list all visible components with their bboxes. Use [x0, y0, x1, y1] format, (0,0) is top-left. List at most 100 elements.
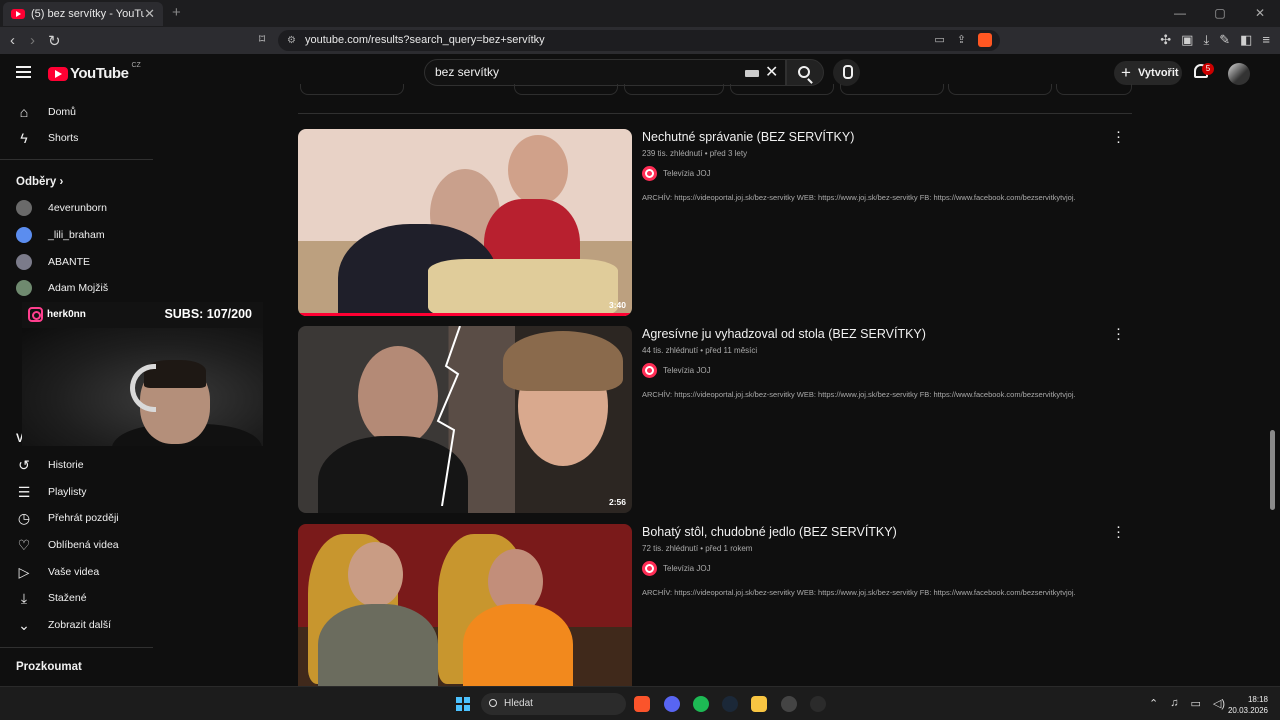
filter-chip[interactable] [1056, 84, 1132, 95]
start-button[interactable] [456, 697, 470, 711]
sidebar-item-channel[interactable]: Adam Mojžiš [16, 278, 108, 298]
back-icon[interactable]: ‹ [10, 32, 15, 49]
filter-chip[interactable] [514, 84, 618, 95]
avatar[interactable] [1228, 63, 1250, 85]
microphone-icon[interactable]: ♫ [1170, 697, 1178, 710]
browser-tab-bar: (5) bez servítky - YouTube ✕ + — ▢ ✕ [0, 0, 1280, 27]
search-button[interactable] [786, 59, 824, 86]
filter-chip[interactable] [840, 84, 944, 95]
video-title[interactable]: Bohatý stôl, chudobné jedlo (BEZ SERVÍTK… [642, 525, 897, 539]
sidebar-item-label: Vaše videa [48, 566, 100, 578]
sidebar-item-liked[interactable]: ♡ Oblíbená videa [16, 535, 119, 555]
sidebar-item-downloads[interactable]: ⤓ Stažené [16, 588, 87, 608]
menu-icon[interactable]: ≡ [1262, 32, 1270, 48]
discord-app-icon[interactable] [664, 696, 680, 712]
country-code: CZ [131, 62, 141, 69]
youtube-logo[interactable]: YouTube CZ [48, 62, 141, 82]
thumbnail-person [358, 346, 438, 446]
subscriptions-heading[interactable]: Odběry › [16, 176, 63, 188]
minimize-icon[interactable]: — [1160, 0, 1200, 27]
filter-chip[interactable] [730, 84, 834, 95]
reader-icon[interactable]: ▣ [1181, 32, 1193, 48]
logitech-app-icon[interactable] [810, 696, 826, 712]
brave-shields-icon[interactable] [978, 33, 992, 47]
bookmark-icon[interactable]: ⌑ [259, 32, 265, 46]
windows-taskbar: Hledat ⌃ ♫ ▭ ◁) 18:18 20.03.2026 [0, 686, 1280, 720]
extensions-icon[interactable]: ✣ [1160, 32, 1171, 48]
close-tab-icon[interactable]: ✕ [144, 6, 155, 22]
video-title[interactable]: Nechutné správanie (BEZ SERVÍTKY) [642, 130, 854, 144]
voice-search-button[interactable] [833, 59, 860, 86]
video-title[interactable]: Agresívne ju vyhadzoval od stola (BEZ SE… [642, 327, 926, 341]
create-button[interactable]: + Vytvořit [1114, 61, 1182, 85]
video-views: 44 tis. zhlédnutí [642, 346, 699, 355]
lightning-graphic [436, 326, 461, 506]
site-info-icon[interactable]: ⚙ [287, 30, 296, 51]
clear-search-icon[interactable]: ✕ [765, 60, 778, 85]
video-duration: 2:56 [608, 497, 626, 507]
filter-chip[interactable] [300, 84, 404, 95]
more-actions-icon[interactable]: · · · [1116, 524, 1121, 544]
sidebar-item-channel[interactable]: ABANTE [16, 252, 90, 272]
steam-app-icon[interactable] [722, 696, 738, 712]
video-thumbnail[interactable] [298, 524, 632, 686]
downloads-icon[interactable]: ⤓ [1203, 32, 1209, 48]
volume-icon[interactable]: ◁) [1213, 697, 1225, 710]
channel-name: Televízia JOJ [663, 366, 711, 375]
thumbnail-shirt [318, 604, 438, 686]
edit-icon[interactable]: ✎ [1219, 32, 1230, 48]
video-thumbnail[interactable]: 3:40 [298, 129, 632, 316]
forward-icon[interactable]: › [30, 32, 35, 49]
clock-time: 18:18 [1247, 695, 1268, 704]
channel-link[interactable]: Televízia JOJ [642, 363, 711, 378]
sidebar-item-show-more[interactable]: ⌄ Zobrazit další [16, 615, 111, 635]
video-description: ARCHÍV: https://videoportal.joj.sk/bez-s… [642, 390, 1076, 399]
more-actions-icon[interactable]: · · · [1116, 124, 1121, 149]
streamer-webcam-overlay: herk0nn SUBS: 107/200 [22, 302, 263, 446]
search-input[interactable]: bez servítky ✕ [424, 59, 786, 86]
share-icon[interactable]: ⇪ [957, 30, 966, 51]
spotify-app-icon[interactable] [693, 696, 709, 712]
channel-link[interactable]: Televízia JOJ [642, 561, 711, 576]
browser-tab[interactable]: (5) bez servítky - YouTube ✕ [3, 2, 163, 26]
more-actions-icon[interactable]: · · · [1116, 321, 1121, 346]
video-thumbnail[interactable]: 2:56 [298, 326, 632, 513]
network-icon[interactable]: ▭ [1190, 697, 1200, 710]
filter-chip[interactable] [948, 84, 1052, 95]
sidebar-item-channel[interactable]: 4everunborn [16, 198, 107, 218]
page-scrollbar[interactable] [1270, 430, 1275, 510]
close-window-icon[interactable]: ✕ [1240, 0, 1280, 27]
guide-menu-icon[interactable] [16, 66, 31, 78]
brave-app-icon[interactable] [634, 696, 650, 712]
tray-chevron-icon[interactable]: ⌃ [1149, 697, 1158, 710]
reload-icon[interactable]: ↻ [48, 32, 61, 50]
sidebar-item-shorts[interactable]: ϟ Shorts [16, 128, 78, 148]
sidebar-item-home[interactable]: ⌂ Domů [16, 102, 76, 122]
channel-link[interactable]: Televízia JOJ [642, 166, 711, 181]
app-icon[interactable] [781, 696, 797, 712]
video-result[interactable]: 3:40 Nechutné správanie (BEZ SERVÍTKY) 2… [298, 124, 1132, 319]
filter-chip[interactable] [624, 84, 724, 95]
sidebar-item-playlists[interactable]: ☰ Playlisty [16, 482, 87, 502]
file-explorer-icon[interactable] [751, 696, 767, 712]
url-field[interactable]: ⚙ youtube.com/results?search_query=bez+s… [278, 30, 1000, 51]
thumbs-up-icon: ♡ [17, 536, 31, 553]
video-result[interactable]: 2:56 Agresívne ju vyhadzoval od stola (B… [298, 321, 1132, 516]
sidebar-item-channel[interactable]: _lili_braham [16, 225, 105, 245]
keyboard-icon[interactable] [745, 70, 759, 77]
channel-avatar [16, 200, 32, 216]
sidebar-item-label: Stažené [48, 592, 87, 604]
taskbar-search[interactable]: Hledat [481, 693, 626, 715]
video-result[interactable]: Bohatý stôl, chudobné jedlo (BEZ SERVÍTK… [298, 524, 1132, 686]
cast-icon[interactable]: ▭ [934, 30, 944, 51]
new-tab-icon[interactable]: + [172, 4, 181, 21]
clock-icon: ◷ [17, 509, 31, 526]
sidebar-item-watch-later[interactable]: ◷ Přehrát později [16, 508, 119, 528]
taskbar-clock[interactable]: 18:18 20.03.2026 [1228, 694, 1268, 716]
sidebar-item-history[interactable]: ↺ Historie [16, 455, 83, 475]
maximize-icon[interactable]: ▢ [1200, 0, 1240, 27]
sidebar-toggle-icon[interactable]: ◧ [1240, 32, 1252, 48]
video-description: ARCHÍV: https://videoportal.joj.sk/bez-s… [642, 588, 1076, 597]
sidebar-item-your-videos[interactable]: ▷ Vaše videa [16, 562, 100, 582]
overlay-header: herk0nn SUBS: 107/200 [22, 302, 263, 328]
